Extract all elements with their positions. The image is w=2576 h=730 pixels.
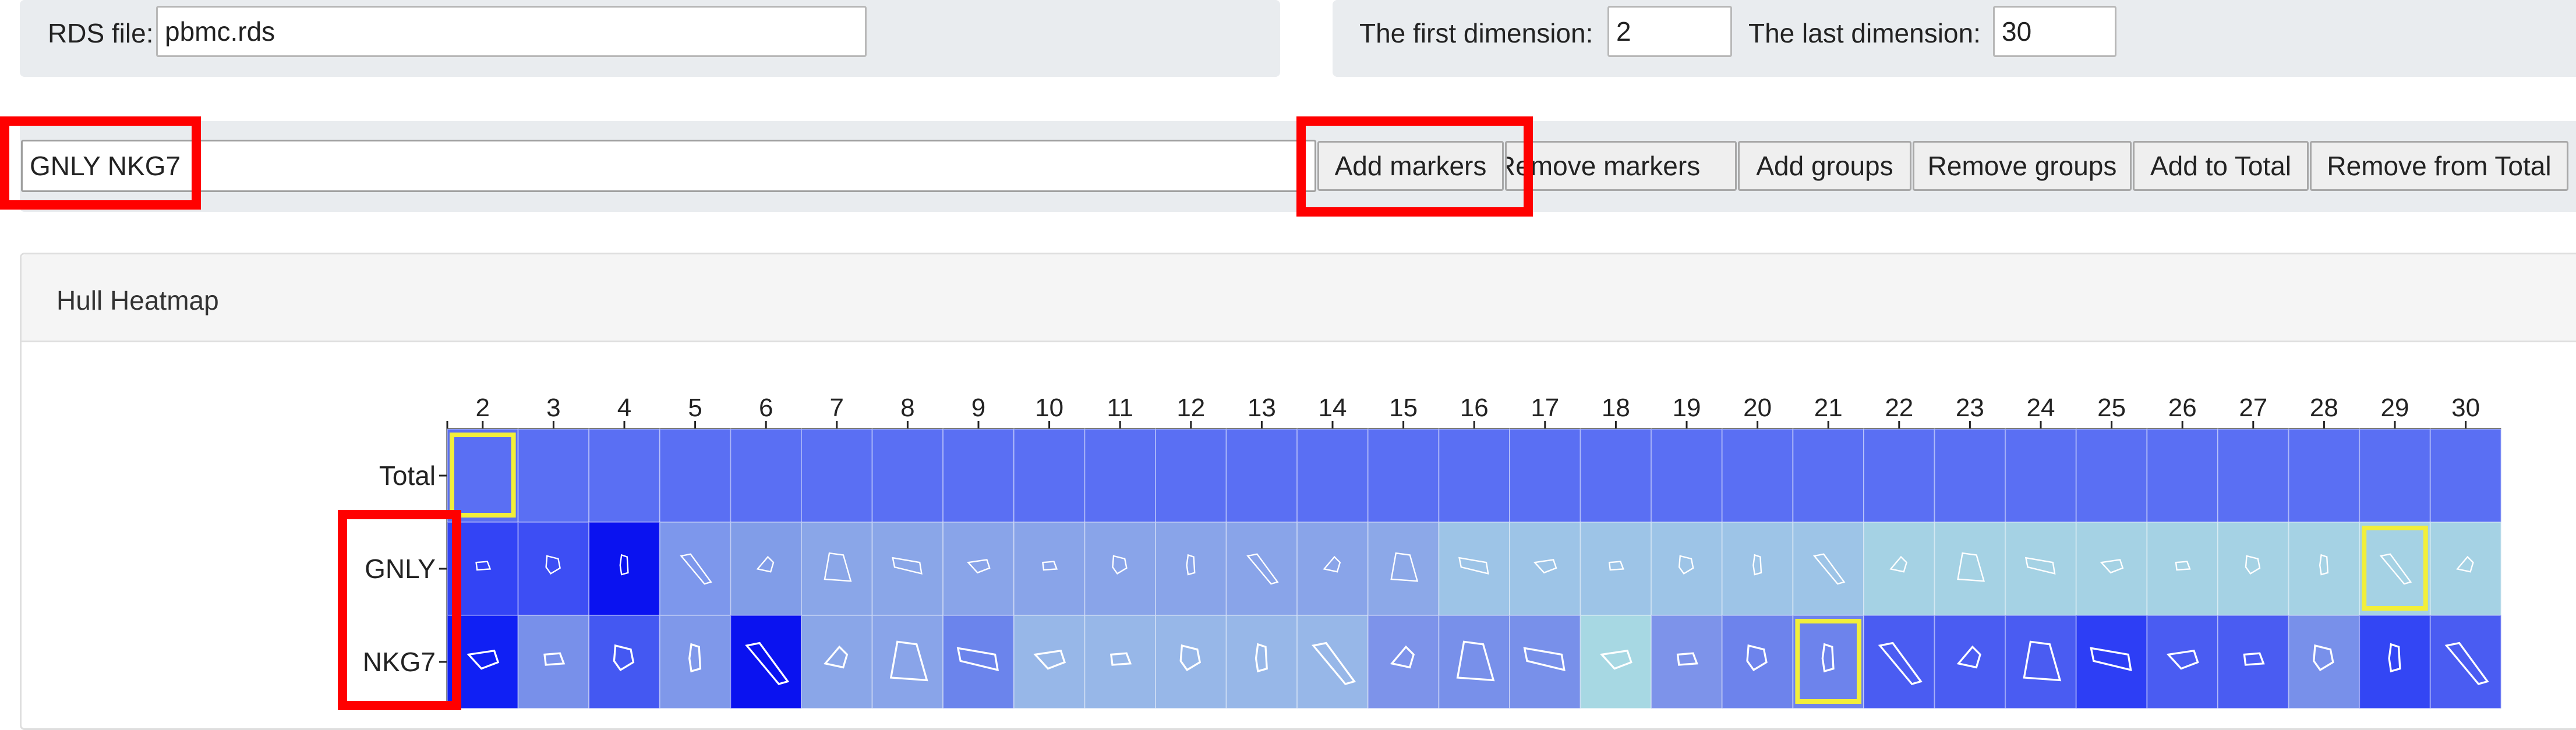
markers-input[interactable]: GNLY NKG7 [21,140,1316,192]
highlight-box-add-markers [1296,116,1533,217]
last-dimension-input[interactable]: 30 [1993,6,2116,57]
remove-groups-button[interactable]: Remove groups [1913,141,2132,191]
first-dimension-input[interactable]: 2 [1607,6,1732,57]
first-dimension-label: The first dimension: [1359,18,1593,48]
card-header: Hull Heatmap [22,254,2576,342]
highlight-box-markers-input [0,116,201,210]
highlight-box-row-labels [338,510,461,710]
remove-markers-button[interactable]: Remove markers [1505,141,1737,191]
rds-file-input[interactable]: pbmc.rds [156,6,867,57]
remove-from-total-button[interactable]: Remove from Total [2310,141,2568,191]
rds-file-label: RDS file: [48,18,154,48]
last-dimension-label: The last dimension: [1748,18,1981,48]
remove-markers-label: Remove markers [1505,151,1701,181]
add-to-total-button[interactable]: Add to Total [2133,141,2309,191]
card-title: Hull Heatmap [56,285,219,316]
add-groups-button[interactable]: Add groups [1738,141,1911,191]
